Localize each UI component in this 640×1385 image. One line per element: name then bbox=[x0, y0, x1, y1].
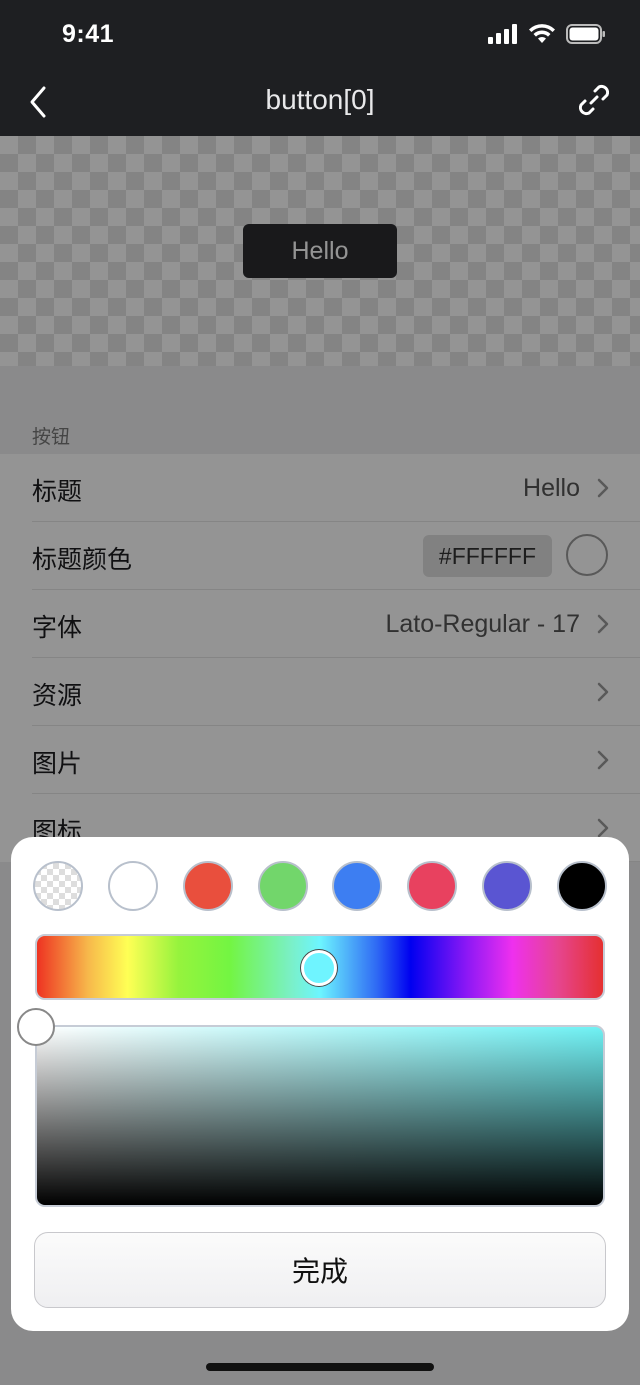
color-picker-sheet: 完成 bbox=[11, 837, 629, 1331]
preset-swatch[interactable] bbox=[407, 861, 458, 911]
status-time: 9:41 bbox=[62, 20, 115, 48]
preset-swatch[interactable] bbox=[332, 861, 383, 911]
preset-swatch[interactable] bbox=[107, 861, 158, 911]
page-title: button[0] bbox=[265, 84, 375, 115]
preset-swatch[interactable] bbox=[182, 861, 233, 911]
preset-swatch[interactable] bbox=[482, 861, 533, 911]
hue-slider-thumb[interactable] bbox=[301, 950, 337, 986]
signal-icon bbox=[488, 24, 517, 44]
preset-swatches bbox=[33, 861, 607, 911]
preset-swatch[interactable] bbox=[556, 861, 607, 911]
wifi-icon bbox=[529, 24, 555, 43]
status-icons bbox=[488, 24, 606, 44]
battery-icon bbox=[566, 24, 605, 44]
saturation-brightness-thumb[interactable] bbox=[17, 1008, 55, 1046]
preset-swatch[interactable] bbox=[257, 861, 308, 911]
home-indicator bbox=[206, 1363, 434, 1371]
done-button[interactable]: 完成 bbox=[34, 1232, 606, 1308]
link-icon[interactable] bbox=[576, 82, 612, 118]
saturation-brightness-area[interactable] bbox=[35, 1025, 605, 1207]
top-bar: 9:41 button[0] bbox=[0, 0, 640, 136]
preset-swatch-transparent[interactable] bbox=[33, 861, 83, 911]
